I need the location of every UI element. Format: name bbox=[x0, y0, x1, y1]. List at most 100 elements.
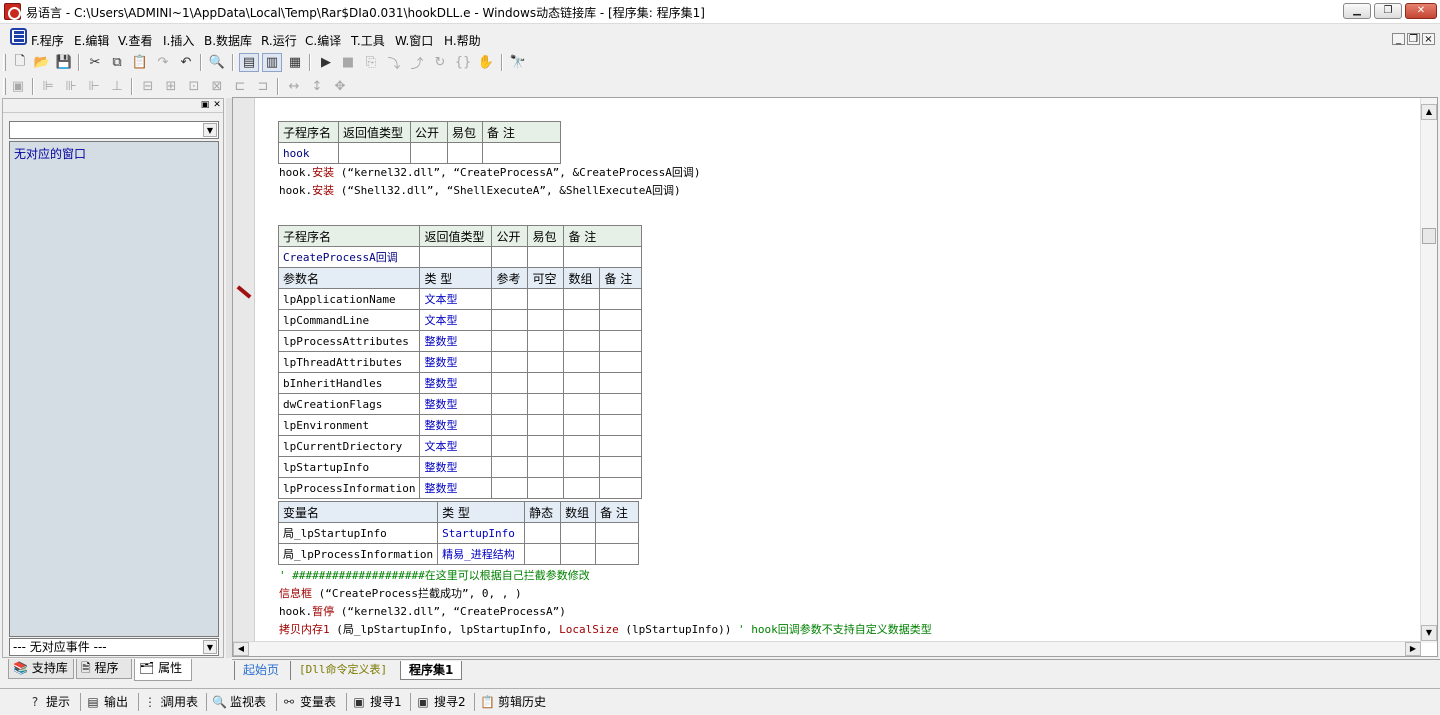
param-name-cell[interactable]: lpCommandLine bbox=[277, 309, 421, 331]
var-type-cell[interactable]: StartupInfo bbox=[437, 522, 526, 544]
param-type-cell[interactable]: 整数型 bbox=[419, 414, 493, 436]
var-name-cell[interactable]: 局_lpProcessInformation bbox=[277, 543, 439, 565]
space-horizontal-icon[interactable]: ⊠ bbox=[207, 77, 227, 96]
same-width-icon[interactable]: ⊟ bbox=[138, 77, 158, 96]
vertical-scrollbar[interactable]: ▲ ▼ bbox=[1420, 98, 1437, 643]
tab-watch[interactable]: 🔍 监视表 bbox=[212, 692, 266, 712]
param-row[interactable]: lpStartupInfo 整数型 bbox=[277, 456, 643, 478]
find-icon[interactable]: 🔍 bbox=[207, 53, 227, 72]
code-line[interactable]: hook.暂停 (“kernel32.dll”, “CreateProcessA… bbox=[279, 603, 566, 621]
param-row[interactable]: bInheritHandles 整数型 bbox=[277, 372, 643, 394]
epkg-cell[interactable] bbox=[527, 246, 565, 268]
param-array-cell[interactable] bbox=[563, 288, 601, 310]
param-row[interactable]: lpThreadAttributes 整数型 bbox=[277, 351, 643, 373]
menu-view[interactable]: V.查看 bbox=[118, 32, 152, 49]
mdi-minimize-button[interactable]: _ bbox=[1392, 33, 1405, 45]
param-type-cell[interactable]: 整数型 bbox=[419, 456, 493, 478]
tab-clip-history[interactable]: 📋 剪辑历史 bbox=[480, 692, 546, 712]
copy-icon[interactable]: ⧉ bbox=[107, 53, 127, 72]
var-array-cell[interactable] bbox=[560, 522, 597, 544]
param-note-cell[interactable] bbox=[599, 435, 643, 457]
panel-close-icon[interactable]: ✕ bbox=[212, 100, 222, 110]
var-static-cell[interactable] bbox=[524, 522, 562, 544]
param-array-cell[interactable] bbox=[563, 330, 601, 352]
step-over-icon[interactable]: ⤵ bbox=[384, 53, 404, 72]
param-ref-cell[interactable] bbox=[491, 477, 529, 499]
menu-help[interactable]: H.帮助 bbox=[444, 32, 481, 49]
param-nullable-cell[interactable] bbox=[527, 372, 565, 394]
close-button[interactable]: ✕ bbox=[1405, 3, 1437, 19]
param-array-cell[interactable] bbox=[563, 351, 601, 373]
layout-top-icon[interactable]: ▥ bbox=[262, 53, 282, 72]
code-line[interactable]: 信息框 (“CreateProcess拦截成功”, 0, , ) bbox=[279, 585, 522, 603]
scroll-up-icon[interactable]: ▲ bbox=[1421, 104, 1437, 120]
scroll-left-icon[interactable]: ◀ bbox=[233, 642, 249, 656]
param-ref-cell[interactable] bbox=[491, 372, 529, 394]
layout-split-icon[interactable]: ▦ bbox=[285, 53, 305, 72]
note-cell[interactable] bbox=[563, 246, 643, 268]
same-height-icon[interactable]: ⊞ bbox=[161, 77, 181, 96]
param-note-cell[interactable] bbox=[599, 393, 643, 415]
hand-icon[interactable]: ✋ bbox=[476, 53, 496, 72]
param-row[interactable]: lpProcessInformation 整数型 bbox=[277, 477, 643, 499]
tab-program-set-1[interactable]: 程序集1 bbox=[400, 661, 463, 680]
list-item[interactable]: 无对应的窗口 bbox=[14, 145, 86, 162]
same-size-icon[interactable]: ⊡ bbox=[184, 77, 204, 96]
param-row[interactable]: lpApplicationName 文本型 bbox=[277, 288, 643, 310]
param-ref-cell[interactable] bbox=[491, 330, 529, 352]
param-ref-cell[interactable] bbox=[491, 309, 529, 331]
menu-window[interactable]: W.窗口 bbox=[395, 32, 433, 49]
code-line[interactable]: hook.安装 (“Shell32.dll”, “ShellExecuteA”,… bbox=[279, 182, 681, 200]
stop-icon[interactable]: ■ bbox=[338, 53, 358, 72]
bring-front-icon[interactable]: ⊐ bbox=[253, 77, 273, 96]
redo-icon[interactable]: ↷ bbox=[153, 53, 173, 72]
run-icon[interactable]: ▶ bbox=[316, 53, 336, 72]
menu-run[interactable]: R.运行 bbox=[261, 32, 297, 49]
new-file-icon[interactable]: 🗋 bbox=[10, 53, 30, 72]
param-ref-cell[interactable] bbox=[491, 414, 529, 436]
epkg-cell[interactable] bbox=[447, 142, 483, 164]
scroll-right-icon[interactable]: ▶ bbox=[1405, 642, 1421, 656]
param-name-cell[interactable]: bInheritHandles bbox=[277, 372, 421, 394]
param-array-cell[interactable] bbox=[563, 435, 601, 457]
code-comment[interactable]: ' ####################在这里可以根据自己拦截参数修改 bbox=[279, 567, 590, 585]
mdi-restore-button[interactable]: ❐ bbox=[1407, 33, 1420, 45]
binoculars-icon[interactable]: 🔭 bbox=[508, 53, 528, 72]
chevron-down-icon[interactable]: ▼ bbox=[203, 640, 217, 654]
param-array-cell[interactable] bbox=[563, 414, 601, 436]
param-note-cell[interactable] bbox=[599, 372, 643, 394]
param-note-cell[interactable] bbox=[599, 330, 643, 352]
param-nullable-cell[interactable] bbox=[527, 309, 565, 331]
param-type-cell[interactable]: 整数型 bbox=[419, 330, 493, 352]
param-nullable-cell[interactable] bbox=[527, 477, 565, 499]
space-vertical-icon[interactable]: ⊏ bbox=[230, 77, 250, 96]
param-array-cell[interactable] bbox=[563, 456, 601, 478]
align-center-icon[interactable]: ⊪ bbox=[61, 77, 81, 96]
param-note-cell[interactable] bbox=[599, 351, 643, 373]
param-name-cell[interactable]: lpStartupInfo bbox=[277, 456, 421, 478]
param-ref-cell[interactable] bbox=[491, 288, 529, 310]
note-cell[interactable] bbox=[482, 142, 561, 164]
param-nullable-cell[interactable] bbox=[527, 435, 565, 457]
window-select-combo[interactable]: ▼ bbox=[9, 121, 219, 139]
param-type-cell[interactable]: 整数型 bbox=[419, 393, 493, 415]
cut-icon[interactable]: ✂ bbox=[85, 53, 105, 72]
param-ref-cell[interactable] bbox=[491, 393, 529, 415]
tab-program[interactable]: 🗎 程序 bbox=[76, 659, 132, 679]
align-right-icon[interactable]: ⊩ bbox=[84, 77, 104, 96]
tab-search-1[interactable]: ▣ 搜寻1 bbox=[352, 692, 401, 712]
param-ref-cell[interactable] bbox=[491, 435, 529, 457]
param-name-cell[interactable]: lpThreadAttributes bbox=[277, 351, 421, 373]
code-line[interactable]: hook.安装 (“kernel32.dll”, “CreateProcessA… bbox=[279, 164, 701, 182]
center-horizontal-icon[interactable]: ↔ bbox=[284, 77, 304, 96]
param-type-cell[interactable]: 文本型 bbox=[419, 435, 493, 457]
var-note-cell[interactable] bbox=[595, 543, 640, 565]
param-type-cell[interactable]: 整数型 bbox=[419, 477, 493, 499]
run-to-bracket-icon[interactable]: {} bbox=[453, 53, 473, 72]
param-note-cell[interactable] bbox=[599, 456, 643, 478]
editor-gutter[interactable] bbox=[233, 98, 255, 643]
tab-properties[interactable]: 🗂 属性 bbox=[134, 659, 192, 681]
var-name-cell[interactable]: 局_lpStartupInfo bbox=[277, 522, 439, 544]
toolbar-grip[interactable] bbox=[3, 78, 6, 95]
param-nullable-cell[interactable] bbox=[527, 351, 565, 373]
